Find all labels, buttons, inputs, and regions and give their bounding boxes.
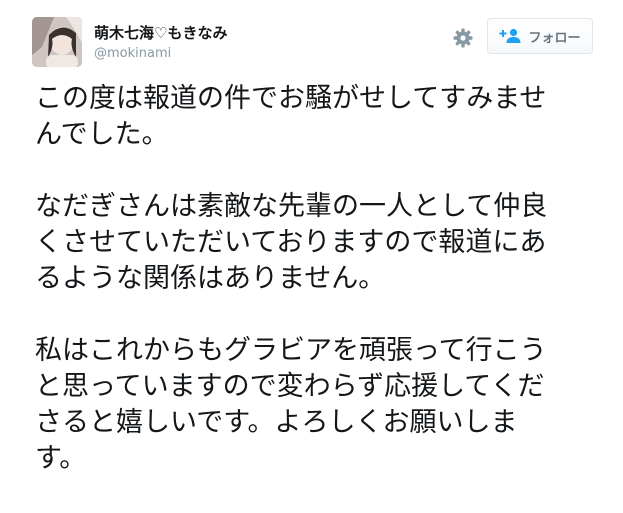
gear-icon[interactable] — [451, 26, 475, 50]
tweet-line: す。 — [35, 443, 87, 474]
tweet-line: なだぎさんは素敵な先輩の一人として仲良 — [35, 191, 548, 222]
tweet-text: この度は報道の件でお騒がせしてすみませ んでした。 なだぎさんは素敵な先輩の一人… — [35, 81, 585, 513]
follow-person-icon — [499, 28, 521, 43]
tweet-line: この度は報道の件でお騒がせしてすみませ — [35, 83, 547, 114]
username-handle[interactable]: @mokinami — [94, 46, 171, 62]
tweet-paragraph: この度は報道の件でお騒がせしてすみませ んでした。 — [35, 81, 585, 153]
tweet-line: さると嬉しいです。よろしくお願いしま — [35, 407, 518, 438]
tweet-paragraph: 私はこれからもグラビアを頑張って行こう と思っていますので変わらず応援してくだ … — [35, 333, 585, 477]
follow-button[interactable]: フォロー — [487, 18, 593, 54]
tweet-line: 私はこれからもグラビアを頑張って行こう — [35, 335, 547, 366]
follow-button-label: フォロー — [528, 30, 581, 46]
tweet-line: くさせていただいておりますので報道にあ — [35, 227, 547, 258]
display-name[interactable]: 萌木七海♡もきなみ — [94, 23, 227, 43]
tweet-line: と思っていますので変わらず応援してくだ — [35, 371, 545, 402]
tweet-paragraph: なだぎさんは素敵な先輩の一人として仲良 くさせていただいておりますので報道にあ … — [35, 189, 585, 297]
avatar-image — [32, 17, 82, 67]
tweet-line: るような関係はありません。 — [35, 263, 386, 294]
avatar[interactable] — [32, 17, 82, 67]
tweet-line: んでした。 — [35, 119, 169, 150]
